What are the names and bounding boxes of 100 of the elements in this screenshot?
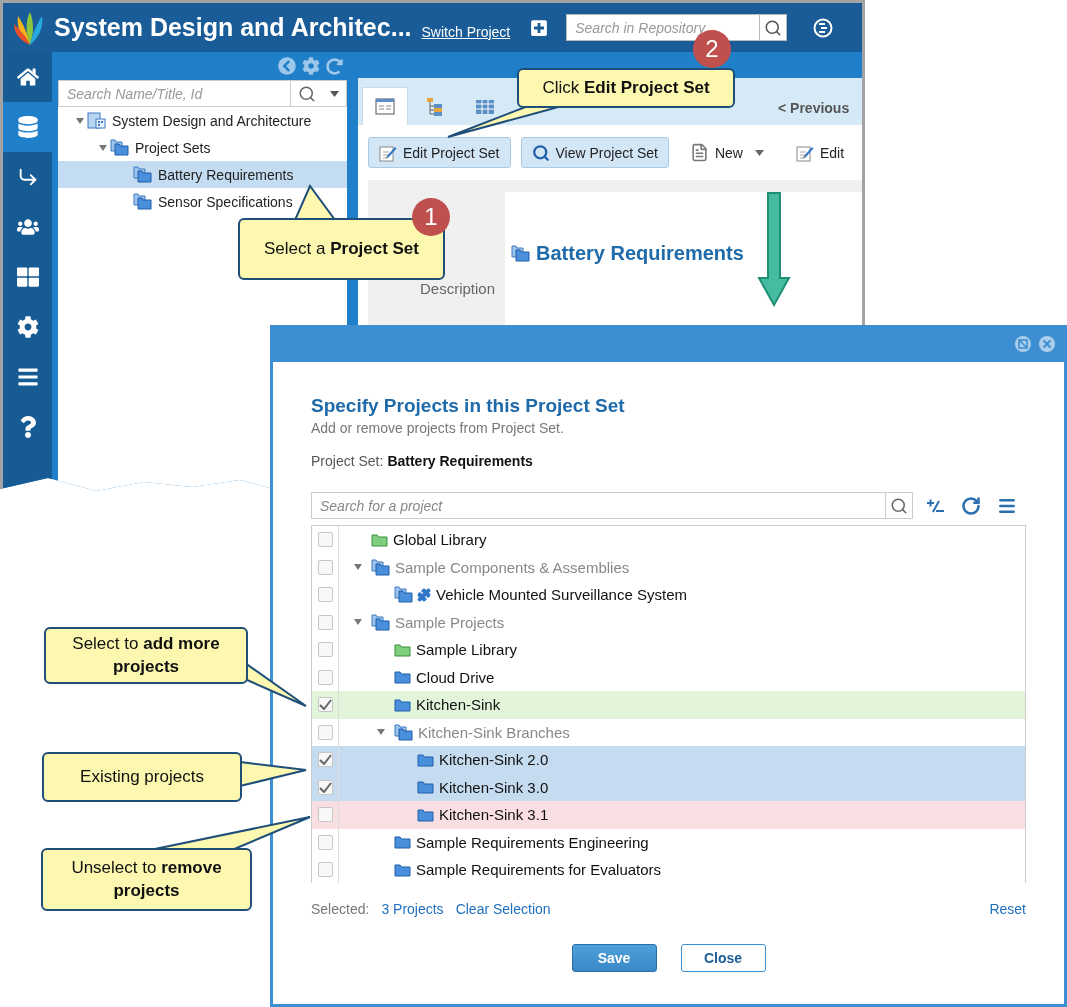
folder-icon (417, 807, 434, 822)
checkbox[interactable] (317, 697, 333, 713)
callout-text: Click Edit Project Set (542, 76, 710, 99)
project-row[interactable]: Kitchen-Sink (312, 691, 1025, 719)
caret-icon[interactable] (353, 618, 363, 627)
callout-text: Select a Project Set (264, 237, 419, 260)
search-icon (531, 143, 550, 162)
project-name: Kitchen-Sink 2.0 (439, 751, 549, 769)
app-title: System Design and Architec... (54, 13, 412, 42)
project-name: Sample Components & Assemblies (395, 558, 630, 576)
refresh-icon[interactable] (326, 57, 343, 75)
project-name: Kitchen-Sink (416, 696, 501, 714)
close-button[interactable]: Close (680, 944, 766, 972)
folders-icon (394, 586, 413, 604)
project-row[interactable]: Kitchen-Sink 3.1 (312, 801, 1025, 829)
checkbox[interactable] (317, 587, 333, 603)
database-icon[interactable] (3, 102, 52, 152)
tab[interactable] (362, 87, 408, 125)
project-name: Sample Requirements for Evaluators (416, 861, 662, 879)
tree-search-box[interactable]: Search Name/Title, Id (58, 80, 347, 107)
clear-selection-link[interactable]: Clear Selection (455, 901, 551, 917)
folder-icon (394, 862, 411, 877)
project-row[interactable]: Sample Components & Assemblies (312, 553, 1025, 581)
folders-icon (371, 558, 390, 576)
page-icon (689, 143, 709, 162)
checkbox[interactable] (317, 642, 333, 658)
checkbox[interactable] (317, 807, 333, 823)
folder-icon (417, 780, 434, 795)
project-set-label: Project Set: (311, 453, 384, 469)
project-name: Sample Projects (395, 613, 505, 631)
back-icon[interactable] (278, 57, 296, 75)
caret-icon[interactable] (353, 563, 363, 572)
callout-text: Unselect to remove projects (70, 857, 223, 902)
caret-icon[interactable] (98, 143, 108, 152)
project-row[interactable]: Vehicle Mounted Surveillance System (312, 581, 1025, 609)
toolbar-button[interactable]: Edit (785, 137, 856, 168)
caret-icon[interactable] (75, 116, 85, 125)
folder-icon (371, 532, 388, 547)
project-row[interactable]: Sample Library (312, 636, 1025, 664)
caret-icon[interactable] (376, 728, 386, 737)
checkbox[interactable] (317, 724, 333, 740)
details-icon (375, 98, 395, 115)
toolbar-button[interactable]: New (678, 137, 775, 168)
project-row[interactable]: Sample Projects (312, 608, 1025, 636)
folder-icon (394, 835, 411, 850)
puzzle-icon (417, 587, 431, 602)
tree-item[interactable]: Project Sets (58, 134, 347, 161)
callout-text: Select to add more projects (71, 633, 221, 678)
toolbar-button[interactable]: Edit Project Set (368, 137, 511, 168)
project-name: Cloud Drive (416, 668, 495, 686)
project-name: Sample Requirements Engineering (416, 833, 649, 851)
folders-icon (394, 723, 413, 741)
project-icon (87, 112, 106, 129)
project-name: Kitchen-Sink 3.0 (439, 778, 549, 796)
reset-link[interactable]: Reset (989, 901, 1026, 917)
project-name: Global Library (393, 531, 487, 549)
project-name: Vehicle Mounted Surveillance System (436, 586, 687, 604)
project-name: Kitchen-Sink Branches (418, 723, 570, 741)
checkbox[interactable] (317, 669, 333, 685)
folders-icon (371, 613, 390, 631)
plus-minus-icon[interactable] (925, 497, 945, 514)
callout-text: Existing projects (80, 765, 204, 788)
checkbox[interactable] (317, 752, 333, 768)
caret-icon[interactable] (755, 149, 764, 156)
project-name: Kitchen-Sink 3.1 (439, 806, 549, 824)
menu-circle-icon[interactable] (813, 17, 834, 38)
edit-icon (379, 143, 397, 162)
folders-icon (133, 166, 152, 183)
checkbox[interactable] (317, 532, 333, 548)
checkbox[interactable] (317, 779, 333, 795)
folder-icon (394, 697, 411, 712)
checkbox[interactable] (317, 862, 333, 878)
field-label: Description (419, 280, 495, 297)
project-row[interactable]: Kitchen-Sink 3.0 (312, 773, 1025, 801)
refresh-icon[interactable] (961, 495, 981, 516)
project-row[interactable]: Sample Requirements for Evaluators (312, 856, 1025, 883)
checkbox[interactable] (317, 614, 333, 630)
tree-item[interactable]: System Design and Architecture (58, 107, 347, 134)
folders-icon (511, 245, 530, 262)
tree-item[interactable]: Battery Requirements (58, 161, 347, 188)
project-set-name: Battery Requirements (387, 453, 533, 469)
checkbox[interactable] (317, 834, 333, 850)
project-row[interactable]: Global Library (312, 526, 1025, 554)
checkbox[interactable] (317, 559, 333, 575)
folders-icon (133, 193, 152, 210)
folder-icon (394, 670, 411, 685)
project-row[interactable]: Sample Requirements Engineering (312, 828, 1025, 856)
selected-count-link[interactable]: 3 Projects (381, 901, 444, 917)
folder-icon (417, 752, 434, 767)
dialog-title: Specify Projects in this Project Set (311, 395, 626, 417)
grid-icon (475, 98, 495, 115)
edit-icon (796, 143, 814, 162)
tree-item[interactable]: Sensor Specifications (58, 188, 347, 215)
switch-project-link[interactable]: Switch Project (421, 23, 511, 40)
folders-icon (110, 139, 129, 156)
toolbar-button[interactable]: View Project Set (520, 137, 669, 168)
add-icon[interactable] (530, 18, 549, 37)
previous-link[interactable]: < Previous (778, 100, 850, 116)
dialog-subtitle: Add or remove projects from Project Set. (311, 420, 565, 436)
project-row[interactable]: Kitchen-Sink 2.0 (312, 746, 1025, 774)
